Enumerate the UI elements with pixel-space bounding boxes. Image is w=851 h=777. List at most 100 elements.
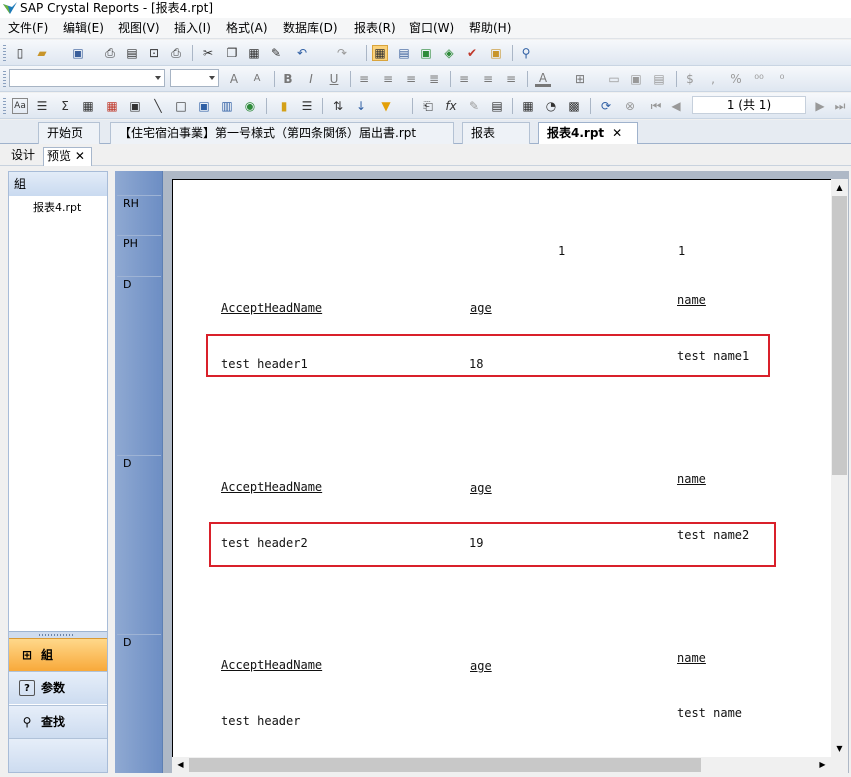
database-expert-icon[interactable]: ◈ — [441, 45, 457, 61]
toolbar-grip[interactable] — [3, 71, 6, 87]
scroll-up-icon[interactable]: ▲ — [831, 179, 848, 196]
subreport-icon[interactable]: ⎗ — [420, 98, 436, 114]
design-view-icon[interactable]: ▦ — [372, 45, 388, 61]
sort-order-icon[interactable]: ↓ — [353, 98, 369, 114]
suppress-icon[interactable]: ▣ — [628, 71, 644, 87]
menu-database[interactable]: 数据库(D) — [281, 20, 340, 36]
summary-icon[interactable]: Σ — [57, 98, 73, 114]
page-setup-icon[interactable]: ⎙ — [168, 45, 184, 61]
decrease-decimal-icon[interactable]: ⁰ — [774, 71, 790, 87]
database-icon[interactable]: ▮ — [276, 98, 292, 114]
align-left-icon[interactable]: ≡ — [356, 71, 372, 87]
map-icon[interactable]: ◉ — [242, 98, 258, 114]
toolbar-grip[interactable] — [3, 98, 6, 114]
align-bottom-icon[interactable]: ≡ — [503, 71, 519, 87]
text-object-icon[interactable]: Aa — [12, 98, 28, 114]
menu-help[interactable]: 帮助(H) — [467, 20, 513, 36]
olap-icon[interactable]: ▦ — [104, 98, 120, 114]
save-icon[interactable]: ▣ — [70, 45, 86, 61]
align-center-icon[interactable]: ≡ — [380, 71, 396, 87]
increase-decimal-icon[interactable]: ⁰⁰ — [751, 71, 767, 87]
tab-report1[interactable]: 报表1.rpt — [462, 122, 530, 160]
horizontal-scrollbar[interactable]: ◀ ▶ — [172, 757, 831, 773]
menu-edit[interactable]: 编辑(E) — [61, 20, 106, 36]
increase-font-icon[interactable]: A — [226, 71, 242, 87]
new-icon[interactable]: ▯ — [12, 45, 28, 61]
copy-icon[interactable]: ❐ — [224, 45, 240, 61]
refresh-icon[interactable]: ⟳ — [598, 98, 614, 114]
vertical-scrollbar[interactable]: ▲ ▼ — [831, 179, 848, 757]
tab-report4[interactable]: 报表4.rpt ✕ — [538, 122, 638, 144]
thousands-icon[interactable]: , — [705, 71, 721, 87]
cut-icon[interactable]: ✂ — [200, 45, 216, 61]
report-expert-icon[interactable]: ▣ — [488, 45, 504, 61]
close-icon[interactable]: ✕ — [75, 149, 85, 163]
picture-icon[interactable]: ▣ — [127, 98, 143, 114]
formula-icon[interactable]: fx — [443, 98, 459, 114]
verify-database-icon[interactable]: ▩ — [566, 98, 582, 114]
parameter-button[interactable]: ? 参数 — [9, 671, 107, 704]
set-location-icon[interactable]: ◔ — [543, 98, 559, 114]
line-icon[interactable]: ╲ — [150, 98, 166, 114]
format-painter-icon[interactable]: ✎ — [268, 45, 284, 61]
find-icon[interactable]: ⚲ — [518, 45, 534, 61]
currency-icon[interactable]: $ — [682, 71, 698, 87]
first-page-icon[interactable]: ⏮ — [648, 98, 664, 114]
percent-icon[interactable]: % — [728, 71, 744, 87]
font-color-icon[interactable]: A — [535, 71, 551, 87]
stop-icon[interactable]: ⊗ — [622, 98, 638, 114]
tab-start-page[interactable]: 开始页 — [38, 122, 100, 144]
image-icon[interactable]: ▣ — [196, 98, 212, 114]
lock-format-icon[interactable]: ▤ — [651, 71, 667, 87]
cross-tab-icon[interactable]: ▦ — [80, 98, 96, 114]
chart-icon[interactable]: ▥ — [219, 98, 235, 114]
font-name-select[interactable] — [9, 69, 165, 87]
preview-view-icon[interactable]: ▤ — [396, 45, 412, 61]
align-top-icon[interactable]: ≡ — [456, 71, 472, 87]
print-preview-icon[interactable]: ▤ — [124, 45, 140, 61]
menu-view[interactable]: 视图(V) — [116, 20, 162, 36]
section-expert-icon[interactable]: ▤ — [489, 98, 505, 114]
scrollbar-thumb[interactable] — [832, 196, 847, 475]
previous-page-icon[interactable]: ◀ — [668, 98, 684, 114]
menu-insert[interactable]: 插入(I) — [172, 20, 213, 36]
scroll-down-icon[interactable]: ▼ — [831, 740, 848, 757]
decrease-font-icon[interactable]: A — [249, 71, 265, 87]
border-icon[interactable]: ⊞ — [572, 71, 588, 87]
redo-icon[interactable]: ↷ — [334, 45, 350, 61]
check-icon[interactable]: ✔ — [464, 45, 480, 61]
menu-window[interactable]: 窗口(W) — [407, 20, 456, 36]
align-middle-icon[interactable]: ≡ — [480, 71, 496, 87]
group-icon[interactable]: ☰ — [34, 98, 50, 114]
font-size-select[interactable] — [170, 69, 219, 87]
tab-preview[interactable]: 预览 ✕ — [43, 147, 92, 166]
search-button[interactable]: ⚲ 查找 — [9, 705, 107, 738]
close-icon[interactable]: ✕ — [612, 126, 622, 140]
print-icon[interactable]: ⎙ — [102, 45, 118, 61]
menu-format[interactable]: 格式(A) — [224, 20, 270, 36]
arrange-icon[interactable]: ▭ — [606, 71, 622, 87]
toolbar-grip[interactable] — [3, 45, 6, 61]
undo-icon[interactable]: ↶ — [294, 45, 310, 61]
filter-icon[interactable]: ▼ — [378, 98, 394, 114]
italic-icon[interactable]: I — [303, 71, 319, 87]
bold-icon[interactable]: B — [280, 71, 296, 87]
last-page-icon[interactable]: ⏭ — [832, 98, 848, 114]
scroll-right-icon[interactable]: ▶ — [814, 757, 831, 773]
tree-item-report[interactable]: 报表4.rpt — [33, 199, 81, 215]
panel-splitter[interactable] — [9, 631, 107, 638]
page-indicator[interactable]: 1 (共 1) — [692, 96, 806, 114]
paste-icon[interactable]: ▦ — [246, 45, 262, 61]
scroll-left-icon[interactable]: ◀ — [172, 757, 189, 773]
insert-field-icon[interactable]: ▣ — [418, 45, 434, 61]
underline-icon[interactable]: U — [326, 71, 342, 87]
open-icon[interactable]: ▰ — [34, 45, 50, 61]
sort-icon[interactable]: ⇅ — [330, 98, 346, 114]
next-page-icon[interactable]: ▶ — [812, 98, 828, 114]
field-explorer-icon[interactable]: ☰ — [299, 98, 315, 114]
report-options-icon[interactable]: ▦ — [520, 98, 536, 114]
menu-report[interactable]: 报表(R) — [352, 20, 398, 36]
tab-design[interactable]: 设计 — [8, 147, 38, 166]
box-icon[interactable]: □ — [173, 98, 189, 114]
scrollbar-thumb[interactable] — [189, 758, 701, 772]
